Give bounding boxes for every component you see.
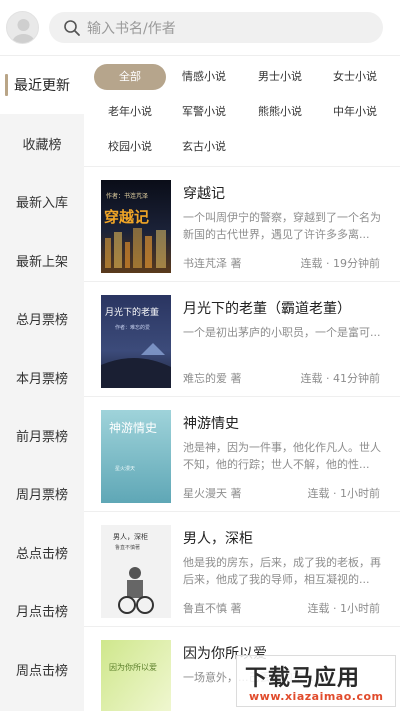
book-cover[interactable]: 男人，深柜 鲁直不慎著 [101,525,171,618]
book-author: 鲁直不慎 著 [183,602,242,615]
svg-text:星火漫天: 星火漫天 [115,465,135,472]
user-avatar[interactable] [6,11,39,44]
category-bear[interactable]: 熊熊小说 [244,99,316,125]
book-author: 书连芃泽 著 [183,257,242,270]
sidebar-item-weekly-clicks[interactable]: 周点击榜 [0,640,84,698]
book-description: 一个是初出茅庐的小职员，一个是富可... [183,326,381,339]
site-watermark: 下载马应用 www.xiazaimao.com [236,655,396,707]
book-author: 难忘的爱 著 [183,372,242,385]
category-women[interactable]: 女士小说 [319,64,391,90]
sidebar-item-favorites-rank[interactable]: 收藏榜 [0,114,84,172]
book-title[interactable]: 神游情史 [183,413,239,433]
sidebar-item-newest-added[interactable]: 最新入库 [0,173,84,231]
book-author: 星火漫天 著 [183,487,242,500]
sidebar-item-recent-update[interactable]: 最近更新 [0,56,84,115]
category-campus[interactable]: 校园小说 [94,134,166,160]
search-bar[interactable]: 输入书名/作者 [49,12,383,43]
svg-text:作者：书连芃泽: 作者：书连芃泽 [106,192,148,200]
book-cover[interactable]: 神游情史 星火漫天 [101,410,171,503]
top-bar: 输入书名/作者 [0,0,400,56]
watermark-url: www.xiazaimao.com [249,690,384,703]
category-military-police[interactable]: 军警小说 [168,99,240,125]
category-xuangu[interactable]: 玄古小说 [168,134,240,160]
sidebar-item-monthly-clicks[interactable]: 月点击榜 [0,582,84,640]
ranking-sidebar: 最近更新 收藏榜 最新入库 最新上架 总月票榜 本月票榜 前月票榜 周月票榜 总… [0,56,84,711]
category-middle-age[interactable]: 中年小说 [319,99,391,125]
sidebar-item-total-clicks[interactable]: 总点击榜 [0,523,84,581]
book-cover[interactable]: 月光下的老董 作者：难忘的爱 [101,295,171,388]
sidebar-item-last-month-votes[interactable]: 前月票榜 [0,406,84,464]
category-romance[interactable]: 情感小说 [168,64,240,90]
book-cover[interactable]: 作者：书连芃泽 穿越记 [101,180,171,273]
watermark-title: 下载马应用 [245,666,361,691]
svg-text:神游情史: 神游情史 [109,421,157,435]
category-men[interactable]: 男士小说 [244,64,316,90]
book-update-status: 连载 · 1小时前 [307,487,381,500]
book-description: 他是我的房东，后来，成了我的老板，再后来，他成了我的导师，相互凝视的... [183,556,381,586]
book-description: 一个叫周伊宁的警察，穿越到了一个名为新国的古代世界，遇见了许许多多离... [183,211,381,241]
search-placeholder: 输入书名/作者 [87,20,176,37]
book-item[interactable]: 月光下的老董 作者：难忘的爱 月光下的老董（霸道老董） 一个是初出茅庐的小职员，… [84,282,400,397]
svg-text:男人，深柜: 男人，深柜 [113,532,148,541]
book-update-status: 连载 · 41分钟前 [300,372,381,385]
book-list: 作者：书连芃泽 穿越记 穿越记 一个叫周伊宁的警察，穿越到了一个名为新国的古代世… [84,166,400,711]
sidebar-item-newest-listed[interactable]: 最新上架 [0,231,84,289]
sidebar-item-this-month-votes[interactable]: 本月票榜 [0,348,84,406]
book-update-status: 连载 · 19分钟前 [300,257,381,270]
book-item[interactable]: 作者：书连芃泽 穿越记 穿越记 一个叫周伊宁的警察，穿越到了一个名为新国的古代世… [84,167,400,282]
svg-text:作者：难忘的爱: 作者：难忘的爱 [115,324,150,331]
svg-text:因为你所以爱: 因为你所以爱 [109,662,157,672]
book-item[interactable]: 神游情史 星火漫天 神游情史 池是神，因为一件事，他化作凡人。世人不知，他的行踪… [84,397,400,512]
svg-text:穿越记: 穿越记 [104,208,149,226]
category-elderly[interactable]: 老年小说 [94,99,166,125]
category-all[interactable]: 全部 [94,64,166,90]
search-icon [64,19,80,36]
user-icon [12,19,35,43]
book-title[interactable]: 男人，深柜 [183,528,253,548]
book-item[interactable]: 男人，深柜 鲁直不慎著 男人，深柜 他是我的房东，后来，成了我的老板，再后来，他… [84,512,400,627]
sidebar-item-total-votes[interactable]: 总月票榜 [0,290,84,348]
svg-text:月光下的老董: 月光下的老董 [105,306,159,318]
book-description: 池是神，因为一件事，他化作凡人。世人不知，他的行踪；世人不解，他的性... [183,441,381,471]
book-update-status: 连载 · 1小时前 [307,602,381,615]
book-title[interactable]: 月光下的老董（霸道老董） [183,298,351,318]
book-cover[interactable]: 因为你所以爱 [101,640,171,711]
svg-text:鲁直不慎著: 鲁直不慎著 [115,544,140,551]
book-title[interactable]: 穿越记 [183,183,225,203]
sidebar-item-weekly-votes[interactable]: 周月票榜 [0,465,84,523]
